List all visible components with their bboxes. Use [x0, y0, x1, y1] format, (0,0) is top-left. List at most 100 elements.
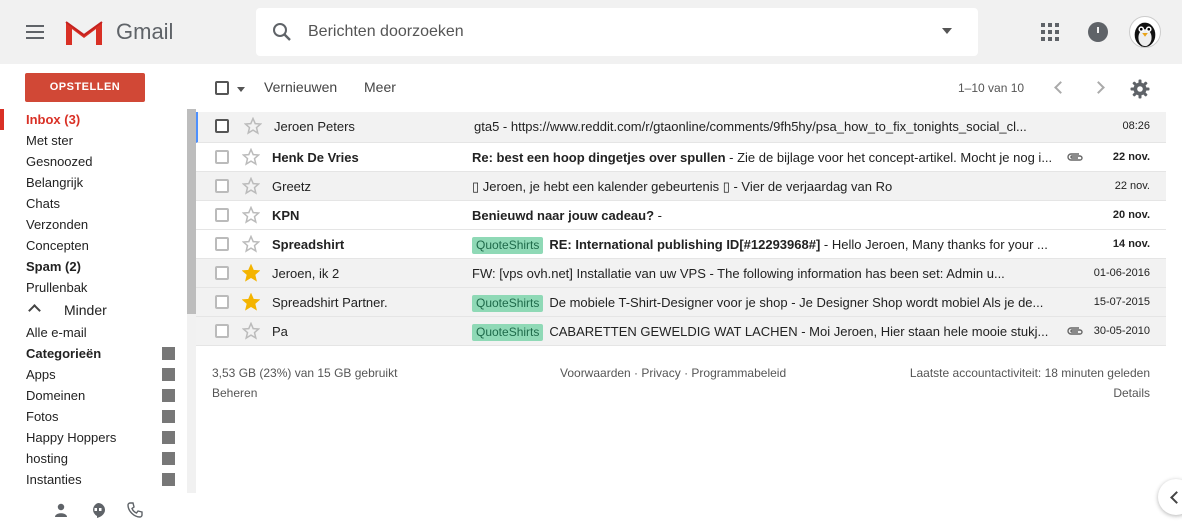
- sidebar-item-spam[interactable]: Spam (2): [0, 256, 196, 277]
- sidebar-item-instances[interactable]: Instanties: [0, 469, 196, 490]
- main-menu-icon[interactable]: [24, 22, 46, 42]
- email-subject: Benieuwd naar jouw cadeau?: [472, 208, 655, 223]
- attachment-icon: [1067, 153, 1083, 161]
- email-checkbox[interactable]: [215, 208, 229, 222]
- star-outline-icon[interactable]: [242, 148, 260, 166]
- email-checkbox[interactable]: [215, 266, 229, 280]
- top-bar: Gmail: [0, 0, 1182, 64]
- activity-details-link[interactable]: Details: [1113, 386, 1150, 400]
- email-checkbox[interactable]: [215, 324, 229, 338]
- select-all-checkbox[interactable]: [215, 81, 229, 95]
- email-label-chip[interactable]: QuoteShirts: [472, 324, 544, 341]
- select-dropdown-icon[interactable]: [237, 87, 245, 92]
- email-snippet: - Hello Jeroen, Many thanks for your ...: [820, 237, 1048, 252]
- email-row[interactable]: Jeroen, ik 2 FW: [vps ovh.net] Installati…: [196, 259, 1166, 288]
- sidebar-item-drafts[interactable]: Concepten: [0, 235, 196, 256]
- sidebar-item-snoozed[interactable]: Gesnoozed: [0, 151, 196, 172]
- terms-link[interactable]: Voorwaarden: [560, 366, 631, 380]
- email-row[interactable]: Spreadshirt QuoteShirts RE: International …: [196, 230, 1166, 259]
- sidebar-less-label: Minder: [64, 302, 107, 318]
- storage-usage: 3,53 GB (23%) van 15 GB gebruikt: [212, 366, 398, 380]
- label-color-icon[interactable]: [162, 473, 175, 486]
- sidebar-nav: Inbox (3) Met ster Gesnoozed Belangrijk …: [0, 109, 196, 490]
- program-policy-link[interactable]: Programmabeleid: [691, 366, 786, 380]
- email-checkbox[interactable]: [215, 295, 229, 309]
- sidebar-item-apps[interactable]: Apps: [0, 364, 196, 385]
- next-page-icon[interactable]: [1092, 81, 1105, 94]
- star-filled-icon[interactable]: [242, 264, 260, 282]
- email-date: 14 nov.: [1112, 238, 1150, 250]
- star-outline-icon[interactable]: [242, 235, 260, 253]
- email-checkbox[interactable]: [215, 237, 229, 251]
- email-row[interactable]: Pa QuoteShirts CABARETTEN GEWELDIG WAT LAC…: [196, 317, 1166, 346]
- label-color-icon[interactable]: [162, 368, 175, 381]
- email-label-chip[interactable]: QuoteShirts: [472, 295, 544, 312]
- settings-gear-icon[interactable]: [1130, 79, 1150, 99]
- manage-storage-link[interactable]: Beheren: [212, 386, 257, 400]
- email-content: QuoteShirts RE: International publishing …: [472, 237, 1054, 254]
- email-checkbox[interactable]: [215, 179, 229, 193]
- sidebar-item-inbox[interactable]: Inbox (3): [0, 109, 196, 130]
- email-row[interactable]: KPN Benieuwd naar jouw cadeau? - 20 nov.: [196, 201, 1166, 230]
- email-snippet: ▯ Jeroen, je hebt een kalender gebeurten…: [472, 179, 893, 194]
- sidebar-item-all-mail[interactable]: Alle e-mail: [0, 322, 196, 343]
- contacts-person-icon[interactable]: [53, 502, 69, 518]
- privacy-link[interactable]: Privacy: [641, 366, 680, 380]
- search-bar: [256, 8, 978, 56]
- star-outline-icon[interactable]: [242, 322, 260, 340]
- phone-icon[interactable]: [127, 502, 143, 518]
- email-row[interactable]: Jeroen Peters gta5 - https://www.reddit.c…: [196, 112, 1166, 143]
- star-outline-icon[interactable]: [242, 177, 260, 195]
- refresh-button[interactable]: Vernieuwen: [264, 79, 337, 95]
- sidebar-item-happy-hoppers[interactable]: Happy Hoppers: [0, 427, 196, 448]
- email-content: FW: [vps ovh.net] Installatie van uw VPS…: [472, 266, 1054, 281]
- sidebar-item-photos[interactable]: Fotos: [0, 406, 196, 427]
- email-checkbox[interactable]: [215, 150, 229, 164]
- label-color-icon[interactable]: [162, 389, 175, 402]
- search-options-dropdown-icon[interactable]: [942, 28, 952, 34]
- side-panel-toggle-button[interactable]: [1158, 479, 1182, 515]
- more-button[interactable]: Meer: [364, 79, 396, 95]
- sidebar-item-domains[interactable]: Domeinen: [0, 385, 196, 406]
- label-color-icon[interactable]: [162, 410, 175, 423]
- search-icon[interactable]: [270, 20, 294, 44]
- avatar[interactable]: [1129, 16, 1161, 48]
- hangouts-chat-icon[interactable]: [90, 502, 106, 518]
- email-content: QuoteShirts CABARETTEN GEWELDIG WAT LACHE…: [472, 324, 1054, 341]
- email-checkbox[interactable]: [215, 119, 229, 133]
- mail-toolbar: Vernieuwen Meer 1–10 van 10: [196, 64, 1182, 112]
- apps-grid-icon[interactable]: [1041, 23, 1059, 41]
- gmail-logo-icon[interactable]: [64, 16, 104, 48]
- brand-name: Gmail: [116, 19, 174, 44]
- sidebar-item-categories[interactable]: Categorieën: [0, 343, 196, 364]
- sidebar-item-hosting[interactable]: hosting: [0, 448, 196, 469]
- sidebar-scrollbar-thumb[interactable]: [187, 109, 196, 314]
- email-sender: KPN: [272, 208, 300, 223]
- sidebar-less-toggle[interactable]: Minder: [0, 298, 196, 322]
- star-filled-icon[interactable]: [242, 293, 260, 311]
- email-row[interactable]: Greetz ▯ Jeroen, je hebt een kalender geb…: [196, 172, 1166, 201]
- sidebar-item-starred[interactable]: Met ster: [0, 130, 196, 151]
- search-input[interactable]: [308, 18, 908, 46]
- email-date: 15-07-2015: [1093, 296, 1150, 308]
- email-row[interactable]: Henk De Vries Re: best een hoop dingetjes…: [196, 143, 1166, 172]
- prev-page-icon[interactable]: [1054, 81, 1067, 94]
- email-sender: Henk De Vries: [272, 150, 359, 165]
- compose-button[interactable]: OPSTELLEN: [25, 73, 145, 102]
- email-label-chip[interactable]: QuoteShirts: [472, 237, 544, 254]
- email-sender: Spreadshirt Partner.: [272, 295, 388, 310]
- email-content: ▯ Jeroen, je hebt een kalender gebeurten…: [472, 179, 1054, 195]
- sidebar-item-trash[interactable]: Prullenbak: [0, 277, 196, 298]
- sidebar-item-sent[interactable]: Verzonden: [0, 214, 196, 235]
- notifications-icon[interactable]: [1088, 22, 1108, 42]
- sidebar-item-chats[interactable]: Chats: [0, 193, 196, 214]
- label-color-icon[interactable]: [162, 431, 175, 444]
- label-color-icon[interactable]: [162, 452, 175, 465]
- star-outline-icon[interactable]: [242, 206, 260, 224]
- sidebar-item-important[interactable]: Belangrijk: [0, 172, 196, 193]
- email-date: 08:26: [1122, 120, 1150, 132]
- star-outline-icon[interactable]: [244, 117, 262, 135]
- pager-text: 1–10 van 10: [958, 81, 1025, 95]
- email-row[interactable]: Spreadshirt Partner. QuoteShirts De mobiel…: [196, 288, 1166, 317]
- label-color-icon[interactable]: [162, 347, 175, 360]
